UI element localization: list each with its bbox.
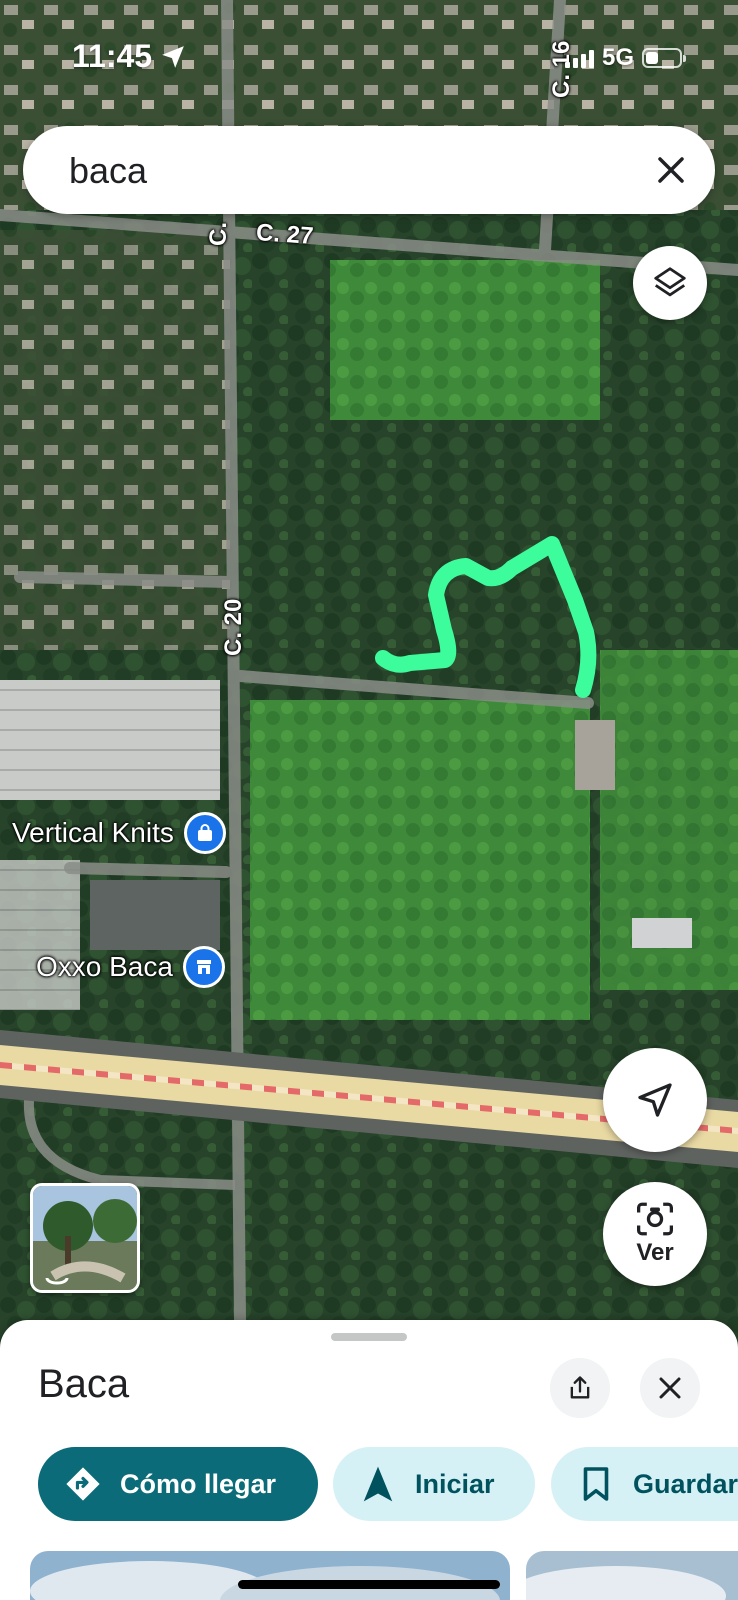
navigation-icon <box>359 1465 397 1503</box>
signal-icon <box>564 48 594 68</box>
place-photo-image <box>526 1551 738 1600</box>
save-label: Guardar <box>633 1468 738 1499</box>
poi-oxxo-baca[interactable]: Oxxo Baca <box>36 946 225 988</box>
place-photo-image <box>30 1551 510 1600</box>
directions-label: Cómo llegar <box>120 1468 277 1499</box>
bookmark-icon <box>577 1465 615 1503</box>
place-photo[interactable] <box>30 1551 510 1600</box>
status-time: 11:45 <box>72 38 186 75</box>
start-label: Iniciar <box>415 1468 495 1499</box>
share-icon <box>570 1376 590 1399</box>
home-indicator[interactable] <box>238 1580 500 1589</box>
navigation-arrow-icon <box>638 1083 672 1117</box>
road-label-c27: C. 27 <box>255 219 315 250</box>
close-icon <box>659 1377 681 1399</box>
road-label-c20: C. 20 <box>220 598 247 656</box>
clear-search-button[interactable] <box>649 148 693 192</box>
close-icon <box>658 157 684 183</box>
layers-icon <box>654 267 686 297</box>
layers-button[interactable] <box>633 246 707 320</box>
street-view-thumbnail[interactable] <box>30 1183 140 1293</box>
close-sheet-button[interactable] <box>640 1358 700 1418</box>
place-photo[interactable] <box>526 1551 738 1600</box>
place-bottom-sheet[interactable]: Baca Cómo llegar Iniciar Guardar <box>0 1320 738 1600</box>
search-query[interactable]: baca <box>69 150 147 192</box>
road-label-c: C. <box>205 222 232 246</box>
status-bar: 11:45 5G <box>0 38 738 78</box>
clock: 11:45 <box>72 38 153 74</box>
directions-icon <box>64 1465 102 1503</box>
view-label: Ver <box>636 1239 674 1266</box>
save-button[interactable]: Guardar <box>551 1447 738 1521</box>
start-navigation-button[interactable]: Iniciar <box>333 1447 535 1521</box>
my-location-button[interactable] <box>603 1048 707 1152</box>
poi-label: Vertical Knits <box>12 817 174 848</box>
store-icon <box>182 946 225 988</box>
location-arrow-icon <box>162 45 184 68</box>
battery-icon <box>642 48 686 68</box>
poi-vertical-knits[interactable]: Vertical Knits <box>12 812 226 854</box>
view-lens-button[interactable]: Ver <box>603 1182 707 1286</box>
poi-label: Oxxo Baca <box>36 951 173 982</box>
place-title: Baca <box>38 1362 130 1406</box>
share-button[interactable] <box>550 1358 610 1418</box>
network-type: 5G <box>601 44 634 71</box>
shopping-bag-icon <box>183 812 226 854</box>
camera-lens-icon <box>637 1202 673 1236</box>
search-bar[interactable]: baca <box>23 126 715 214</box>
sheet-drag-handle[interactable] <box>331 1333 407 1341</box>
directions-button[interactable]: Cómo llegar <box>38 1447 318 1521</box>
street-view-photo <box>33 1186 137 1290</box>
